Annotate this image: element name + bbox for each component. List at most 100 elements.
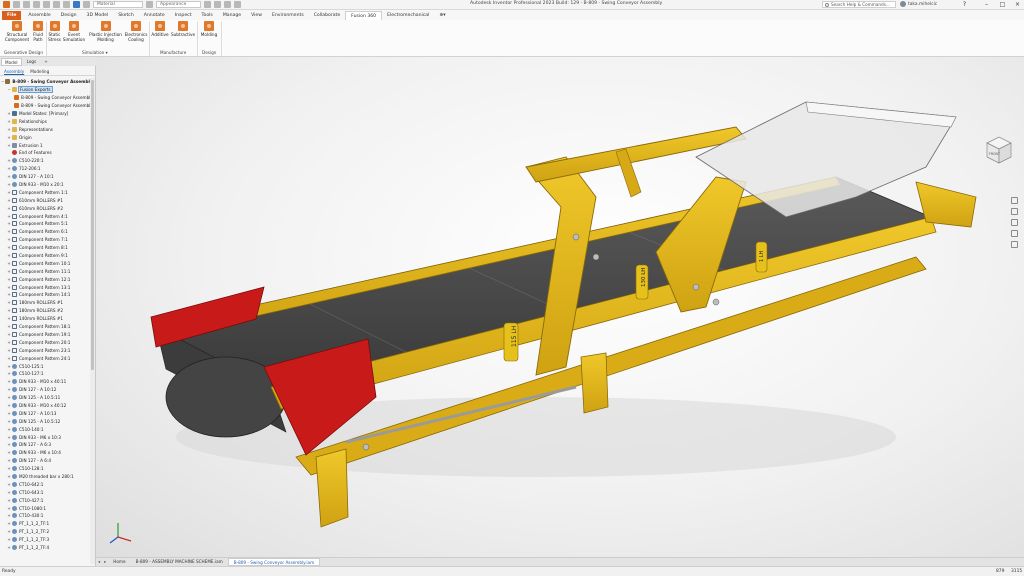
tree-expander-icon[interactable]: − [1, 79, 4, 84]
doc-tab-machine-scheme[interactable]: B-809 - ASSEMBLY MACHINE SCHEME.iam [131, 558, 228, 566]
tree-item[interactable]: + Component Pattern 5:1 [0, 220, 90, 228]
tree-expander-icon[interactable]: + [7, 490, 11, 495]
tree-item[interactable]: + Component Pattern 9:1 [0, 252, 90, 260]
tree-expander-icon[interactable]: + [7, 427, 11, 432]
tree-item[interactable]: + Component Pattern 6:1 [0, 228, 90, 236]
tree-expander-icon[interactable]: + [7, 166, 11, 171]
tree-expander-icon[interactable]: + [7, 537, 11, 542]
new-file-icon[interactable] [13, 1, 20, 8]
tree-item[interactable]: + DIN 127 - A 6:4 [0, 457, 90, 465]
static-stress-button[interactable]: Static Stress [47, 21, 62, 42]
tree-item[interactable]: + Representations [0, 125, 90, 133]
tree-expander-icon[interactable]: + [7, 198, 11, 203]
undo-icon[interactable] [43, 1, 50, 8]
structural-component-button[interactable]: Structural Component [3, 21, 31, 42]
event-simulation-button[interactable]: Event Simulation [62, 21, 86, 42]
open-file-icon[interactable] [23, 1, 30, 8]
tree-expander-icon[interactable]: + [7, 237, 11, 242]
select-icon[interactable] [73, 1, 80, 8]
close-icon[interactable]: × [1013, 1, 1022, 8]
tree-expander-icon[interactable]: + [7, 395, 11, 400]
tree-expander-icon[interactable]: + [7, 474, 11, 479]
tree-expander-icon[interactable]: + [7, 340, 11, 345]
maximize-icon[interactable]: □ [998, 1, 1007, 8]
tree-expander-icon[interactable]: + [7, 466, 11, 471]
tree-item[interactable]: + Component Pattern 8:1 [0, 244, 90, 252]
material-select[interactable]: Material [93, 1, 143, 8]
plastic-injection-molding-button[interactable]: Plastic Injection Molding [87, 21, 124, 42]
tree-expander-icon[interactable]: + [7, 253, 11, 258]
tree-expander-icon[interactable]: + [7, 545, 11, 550]
tree-expander-icon[interactable]: + [7, 190, 11, 195]
tree-item[interactable]: + Component Pattern 4:1 [0, 212, 90, 220]
tree-item[interactable]: + PT_1_1_2_TF:2 [0, 528, 90, 536]
tree-expander-icon[interactable]: + [7, 482, 11, 487]
tree-item[interactable]: + CT10-427:1 [0, 496, 90, 504]
tree-item[interactable]: + Component Pattern 19:1 [0, 331, 90, 339]
tab-manage[interactable]: Manage [218, 11, 246, 20]
tree-item[interactable]: + Model States: [Primary] [0, 110, 90, 118]
browser-tab-add[interactable]: + [41, 58, 51, 66]
tree-item[interactable]: + PT_1_1_2_TF:4 [0, 544, 90, 552]
tree-item[interactable]: + DIN 933 - M6 x 10:3 [0, 433, 90, 441]
tree-item[interactable]: B-809 - Swing Conveyor Assembly.i [0, 94, 90, 102]
tree-item[interactable]: + C510-140:1 [0, 425, 90, 433]
tree-expander-icon[interactable]: + [7, 458, 11, 463]
tree-item[interactable]: + Component Pattern 12:1 [0, 275, 90, 283]
tree-expander-icon[interactable]: + [7, 364, 11, 369]
tree-expander-icon[interactable]: + [7, 513, 11, 518]
tree-expander-icon[interactable]: − [7, 87, 11, 92]
tab-view[interactable]: View [246, 11, 267, 20]
browser-scrollbar[interactable] [90, 78, 95, 564]
tree-expander-icon[interactable]: + [7, 521, 11, 526]
tree-item[interactable]: + PT_1_1_2_TF:1 [0, 520, 90, 528]
tab-more[interactable]: ⊕▾ [434, 11, 450, 20]
minimize-icon[interactable]: – [982, 1, 991, 8]
conveyor-model[interactable]: 115 LH 130 LH 1 LH [96, 57, 1024, 557]
tree-item[interactable]: + DIN 933 - M10 x 40:12 [0, 402, 90, 410]
tree-expander-icon[interactable]: + [7, 450, 11, 455]
tree-expander-icon[interactable]: + [7, 135, 11, 140]
tree-expander-icon[interactable]: + [7, 403, 11, 408]
tree-expander-icon[interactable]: + [7, 379, 11, 384]
tree-expander-icon[interactable]: + [7, 261, 11, 266]
tree-item[interactable]: + PT_1_1_2_TF:3 [0, 536, 90, 544]
tree-expander-icon[interactable]: + [7, 174, 11, 179]
measure-icon[interactable] [234, 1, 241, 8]
redo-icon[interactable] [53, 1, 60, 8]
tree-expander-icon[interactable]: + [7, 221, 11, 226]
pan-icon[interactable] [1010, 208, 1018, 215]
tree-item[interactable]: + Origin [0, 133, 90, 141]
tab-design[interactable]: Design [56, 11, 82, 20]
tree-item[interactable]: End of Features [0, 149, 90, 157]
tree-item[interactable]: +712-206:1 [0, 165, 90, 173]
tree-item[interactable]: + DIN 933 - M10 x 20:1 [0, 181, 90, 189]
tree-expander-icon[interactable]: + [7, 442, 11, 447]
tree-expander-icon[interactable]: + [7, 332, 11, 337]
tree-item[interactable]: +140mm ROLLERS #1 [0, 315, 90, 323]
full-navigation-wheel-icon[interactable] [1010, 197, 1018, 204]
tree-item[interactable]: + CT10-430:1 [0, 512, 90, 520]
tree-item[interactable]: + CT10-642:1 [0, 480, 90, 488]
tree-expander-icon[interactable]: + [7, 324, 11, 329]
tree-item[interactable]: + Component Pattern 7:1 [0, 236, 90, 244]
electronics-cooling-button[interactable]: Electronics Cooling [124, 21, 148, 42]
tree-expander-icon[interactable]: + [7, 371, 11, 376]
tab-environments[interactable]: Environments [267, 11, 309, 20]
additive-button[interactable]: Additive [150, 21, 170, 37]
tree-item[interactable]: + Component Pattern 10:1 [0, 259, 90, 267]
tree-expander-icon[interactable]: + [7, 206, 11, 211]
scrollbar-thumb[interactable] [91, 80, 94, 370]
tree-expander-icon[interactable]: + [7, 285, 11, 290]
tree-item[interactable]: +180mm ROLLERS #2 [0, 307, 90, 315]
tree-expander-icon[interactable]: + [7, 348, 11, 353]
tree-expander-icon[interactable]: + [7, 292, 11, 297]
tree-item[interactable]: + DIN 933 - M10 x 40:11 [0, 378, 90, 386]
zoom-icon[interactable] [1010, 219, 1018, 226]
tree-item[interactable]: + CT10-643:1 [0, 488, 90, 496]
help-icon[interactable]: ? [960, 1, 969, 8]
tree-expander-icon[interactable]: + [7, 387, 11, 392]
tree-item[interactable]: − Fusion Exports [0, 86, 90, 94]
tree-item[interactable]: + Component Pattern 14:1 [0, 291, 90, 299]
tree-item[interactable]: + DIN 125 - A 10.5:11 [0, 394, 90, 402]
